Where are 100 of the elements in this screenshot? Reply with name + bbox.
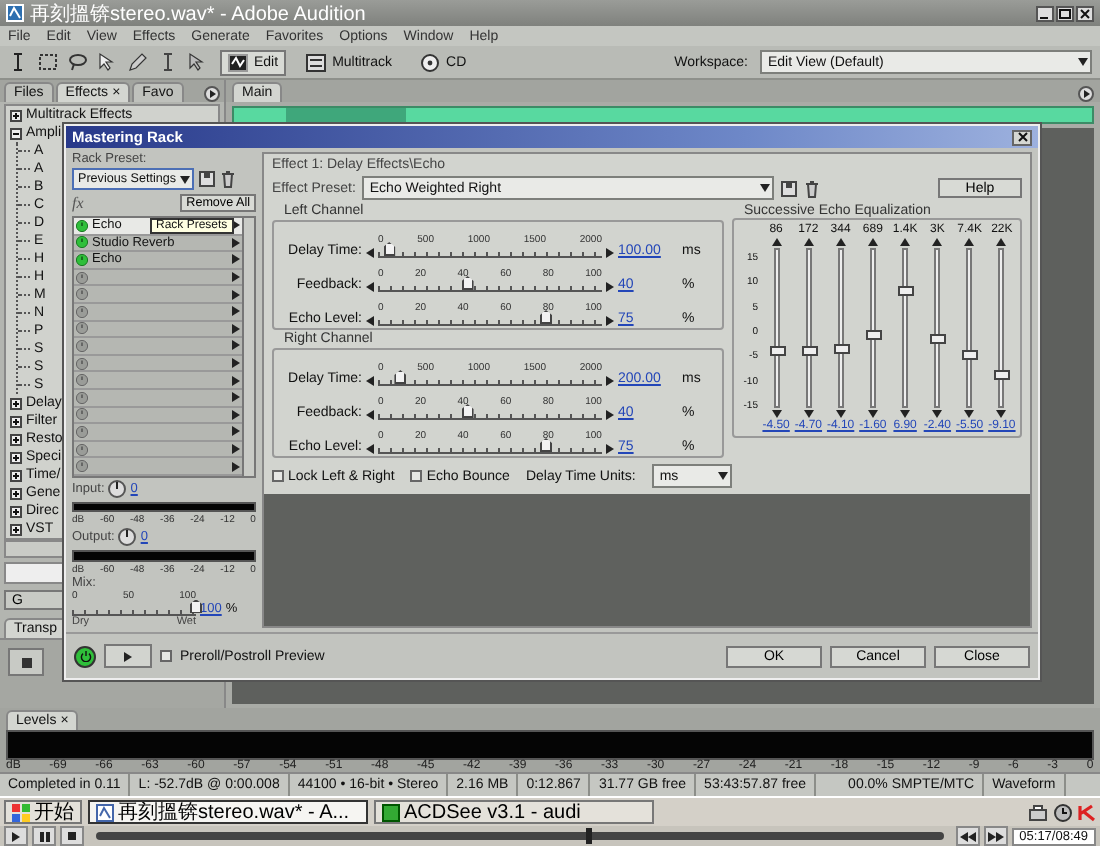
power-icon[interactable] <box>76 374 88 387</box>
down-arrow-icon[interactable] <box>996 410 1007 418</box>
power-icon[interactable] <box>76 219 88 232</box>
power-icon[interactable] <box>76 408 88 421</box>
up-arrow-icon[interactable] <box>932 238 943 246</box>
expand-icon[interactable] <box>10 109 22 121</box>
slider-thumb[interactable] <box>833 343 850 354</box>
printer-icon[interactable] <box>1028 803 1048 821</box>
slider-thumb[interactable] <box>898 286 915 297</box>
expand-icon[interactable] <box>10 523 22 535</box>
collapse-icon[interactable] <box>10 127 22 139</box>
knob-icon[interactable] <box>108 479 127 498</box>
play-button[interactable] <box>4 826 28 846</box>
panel-menu-icon[interactable] <box>1078 86 1094 102</box>
expand-icon[interactable] <box>10 397 22 409</box>
checkbox[interactable] <box>160 650 172 662</box>
right-arrow-icon[interactable] <box>606 444 614 454</box>
down-arrow-icon[interactable] <box>964 410 975 418</box>
down-arrow-icon[interactable] <box>803 410 814 418</box>
pencil-icon[interactable] <box>128 52 148 72</box>
expand-icon[interactable] <box>10 415 22 427</box>
rewind-button[interactable] <box>955 826 980 846</box>
save-icon[interactable] <box>198 170 216 188</box>
right-arrow-icon[interactable] <box>606 376 614 386</box>
down-arrow-icon[interactable] <box>835 410 846 418</box>
slider-thumb[interactable] <box>865 330 882 341</box>
power-icon[interactable] <box>76 253 88 266</box>
down-arrow-icon[interactable] <box>867 410 878 418</box>
slider-thumb[interactable] <box>461 276 474 290</box>
expand-icon[interactable] <box>10 451 22 463</box>
slider-thumb[interactable] <box>769 345 786 356</box>
slider-thumb[interactable] <box>801 346 818 357</box>
power-icon[interactable] <box>76 339 88 352</box>
power-icon[interactable] <box>76 357 88 370</box>
fast-forward-button[interactable] <box>983 826 1008 846</box>
right-arrow-icon[interactable] <box>606 316 614 326</box>
slider-thumb[interactable] <box>461 404 474 418</box>
arrow-cursor-icon[interactable] <box>98 52 118 72</box>
left-arrow-icon[interactable] <box>366 376 374 386</box>
up-arrow-icon[interactable] <box>771 238 782 246</box>
power-icon[interactable] <box>76 391 88 404</box>
trash-icon[interactable] <box>220 170 236 188</box>
slider-thumb[interactable] <box>540 310 552 324</box>
pause-button[interactable] <box>32 826 56 846</box>
expand-icon[interactable] <box>10 433 22 445</box>
power-icon[interactable] <box>76 443 88 456</box>
start-button[interactable]: 开始 <box>4 800 82 824</box>
slider-thumb[interactable] <box>962 350 979 361</box>
expand-icon[interactable] <box>10 505 22 517</box>
knob-icon[interactable] <box>118 528 137 547</box>
power-icon[interactable] <box>76 236 88 249</box>
panel-menu-icon[interactable] <box>204 86 220 102</box>
arrow-cursor-icon[interactable] <box>188 52 208 72</box>
maximize-icon[interactable] <box>1056 5 1074 21</box>
minimize-icon[interactable] <box>1036 5 1054 21</box>
stop-button[interactable] <box>8 648 44 676</box>
slider-thumb[interactable] <box>540 438 552 452</box>
down-arrow-icon[interactable] <box>771 410 782 418</box>
up-arrow-icon[interactable] <box>900 238 911 246</box>
progress-thumb[interactable] <box>585 828 592 844</box>
up-arrow-icon[interactable] <box>835 238 846 246</box>
expand-icon[interactable] <box>10 469 22 481</box>
slider-thumb[interactable] <box>190 599 202 613</box>
left-arrow-icon[interactable] <box>366 444 374 454</box>
trash-icon[interactable] <box>803 179 820 197</box>
dashed-rectangle-icon[interactable] <box>38 52 58 72</box>
i-beam-icon[interactable] <box>8 52 28 72</box>
left-arrow-icon[interactable] <box>366 316 374 326</box>
checkbox[interactable] <box>272 470 284 482</box>
up-arrow-icon[interactable] <box>867 238 878 246</box>
right-arrow-icon[interactable] <box>606 282 614 292</box>
power-icon[interactable] <box>76 425 88 438</box>
slider-thumb[interactable] <box>930 334 947 345</box>
down-arrow-icon[interactable] <box>900 410 911 418</box>
power-icon[interactable] <box>76 460 88 473</box>
save-icon[interactable] <box>779 179 798 197</box>
up-arrow-icon[interactable] <box>803 238 814 246</box>
slider-thumb[interactable] <box>394 370 407 384</box>
up-arrow-icon[interactable] <box>996 238 1007 246</box>
taskbar-button[interactable]: ACDSee v3.1 - audi <box>374 800 654 824</box>
slider-thumb[interactable] <box>994 369 1011 380</box>
lasso-icon[interactable] <box>68 52 88 72</box>
left-arrow-icon[interactable] <box>366 282 374 292</box>
right-arrow-icon[interactable] <box>606 410 614 420</box>
close-icon[interactable] <box>1076 5 1094 21</box>
clock-icon[interactable] <box>1054 803 1072 821</box>
power-icon[interactable] <box>76 305 88 318</box>
down-arrow-icon[interactable] <box>932 410 943 418</box>
right-arrow-icon[interactable] <box>606 248 614 258</box>
left-arrow-icon[interactable] <box>366 410 374 420</box>
play-button[interactable] <box>104 644 152 668</box>
up-arrow-icon[interactable] <box>964 238 975 246</box>
checkbox[interactable] <box>410 470 423 482</box>
power-icon[interactable] <box>76 322 88 335</box>
power-icon[interactable] <box>76 288 88 301</box>
vertical-scrollbar[interactable] <box>244 216 256 478</box>
i-beam-icon[interactable] <box>158 52 178 72</box>
power-icon[interactable] <box>76 271 88 284</box>
slider-thumb[interactable] <box>383 242 396 256</box>
overview-bar[interactable] <box>232 106 1094 124</box>
